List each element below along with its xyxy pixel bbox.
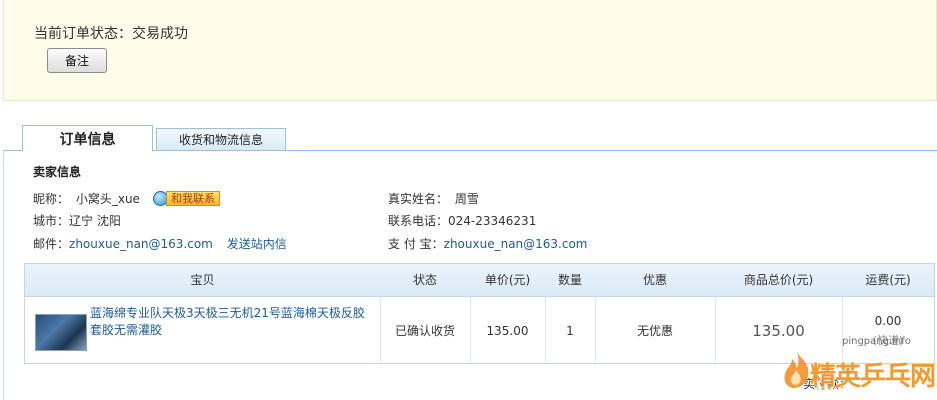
- paid-amount-label: 实付款：: [803, 377, 852, 391]
- seller-phone-row: 联系电话：024-23346231: [388, 212, 536, 229]
- row-shipping: 0.00 (快递): [842, 297, 934, 364]
- contact-me-label: 和我联系: [166, 191, 220, 206]
- note-button[interactable]: 备注: [47, 48, 107, 73]
- email-label: 邮件：: [33, 237, 70, 251]
- seller-email-row: 邮件：zhouxue_nan@163.com 发送站内信: [33, 235, 287, 252]
- product-thumbnail[interactable]: [35, 314, 87, 351]
- row-unit-price: 135.00: [486, 323, 529, 338]
- alipay-label: 支 付 宝：: [388, 237, 444, 251]
- seller-realname-row: 真实姓名： 周雪: [388, 190, 479, 207]
- header-subtotal: 商品总价(元): [743, 273, 814, 287]
- seller-alipay-row: 支 付 宝：zhouxue_nan@163.com: [388, 235, 588, 252]
- header-quantity: 数量: [557, 273, 582, 287]
- header-unit-price: 单价(元): [484, 273, 531, 287]
- content-left-border: [3, 151, 4, 400]
- row-discount: 无优惠: [636, 324, 673, 338]
- seller-section-title: 卖家信息: [33, 165, 82, 179]
- city-label: 城市：: [33, 214, 70, 228]
- table-header: 宝贝 状态 单价(元) 数量 优惠 商品总价(元) 运费(元): [25, 264, 934, 297]
- nickname-label: 昵称：: [33, 192, 70, 206]
- header-discount: 优惠: [642, 273, 667, 287]
- product-title-link[interactable]: 蓝海绵专业队天极3天极三无机21号蓝海棉天极反胶套胶无需灌胶: [90, 305, 372, 339]
- row-subtotal: 135.00: [752, 321, 805, 340]
- order-status-panel: 当前订单状态：交易成功 备注: [3, 0, 937, 101]
- shipping-method: (快递): [872, 333, 904, 347]
- city-value: 辽宁 沈阳: [69, 214, 121, 228]
- send-site-message-link[interactable]: 发送站内信: [227, 237, 287, 251]
- header-status: 状态: [412, 273, 437, 287]
- realname-label: 真实姓名：: [388, 192, 449, 206]
- alipay-link[interactable]: zhouxue_nan@163.com: [444, 237, 588, 251]
- order-items-table: 宝贝 状态 单价(元) 数量 优惠 商品总价(元) 运费(元) 蓝海绵专业队天极…: [24, 263, 935, 364]
- row-status: 已确认收货: [394, 324, 455, 338]
- row-quantity: 1: [566, 323, 574, 338]
- tab-order-info[interactable]: 订单信息: [22, 125, 153, 152]
- shipping-value: 0.00: [874, 313, 902, 328]
- seller-city-row: 城市：辽宁 沈阳: [33, 212, 121, 229]
- phone-value: 024-23346231: [448, 214, 537, 228]
- email-link[interactable]: zhouxue_nan@163.com: [69, 237, 213, 251]
- order-status-text: 当前订单状态：交易成功: [34, 26, 188, 42]
- realname-value: 周雪: [454, 192, 479, 206]
- header-item: 宝贝: [190, 273, 215, 287]
- header-shipping: 运费(元): [865, 273, 911, 287]
- contact-me-button[interactable]: 和我联系: [153, 190, 220, 207]
- nickname-value: 小窝头_xue: [75, 192, 140, 206]
- tab-shipping-logistics[interactable]: 收货和物流信息: [156, 128, 286, 151]
- seller-nickname-row: 昵称： 小窝头_xue: [33, 190, 140, 207]
- phone-label: 联系电话：: [388, 214, 449, 228]
